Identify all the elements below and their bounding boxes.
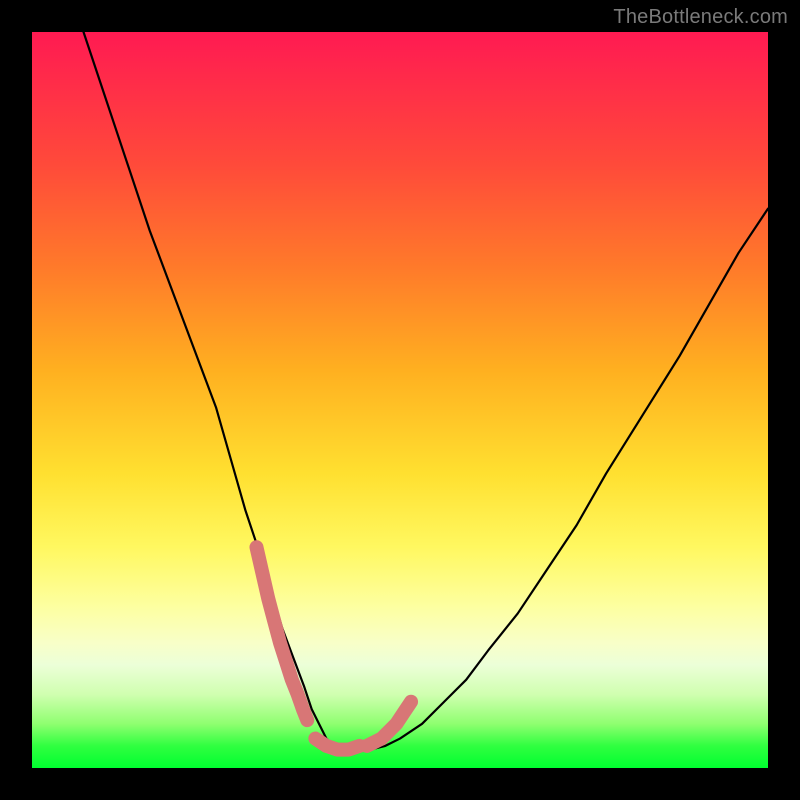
right-ascent-accent — [367, 702, 411, 746]
watermark-text: TheBottleneck.com — [613, 6, 788, 29]
valley-floor-accent — [315, 739, 359, 750]
left-descent-accent — [256, 547, 307, 720]
bottleneck-curve — [84, 32, 768, 750]
outer-frame: TheBottleneck.com — [0, 0, 800, 800]
chart-svg — [32, 32, 768, 768]
